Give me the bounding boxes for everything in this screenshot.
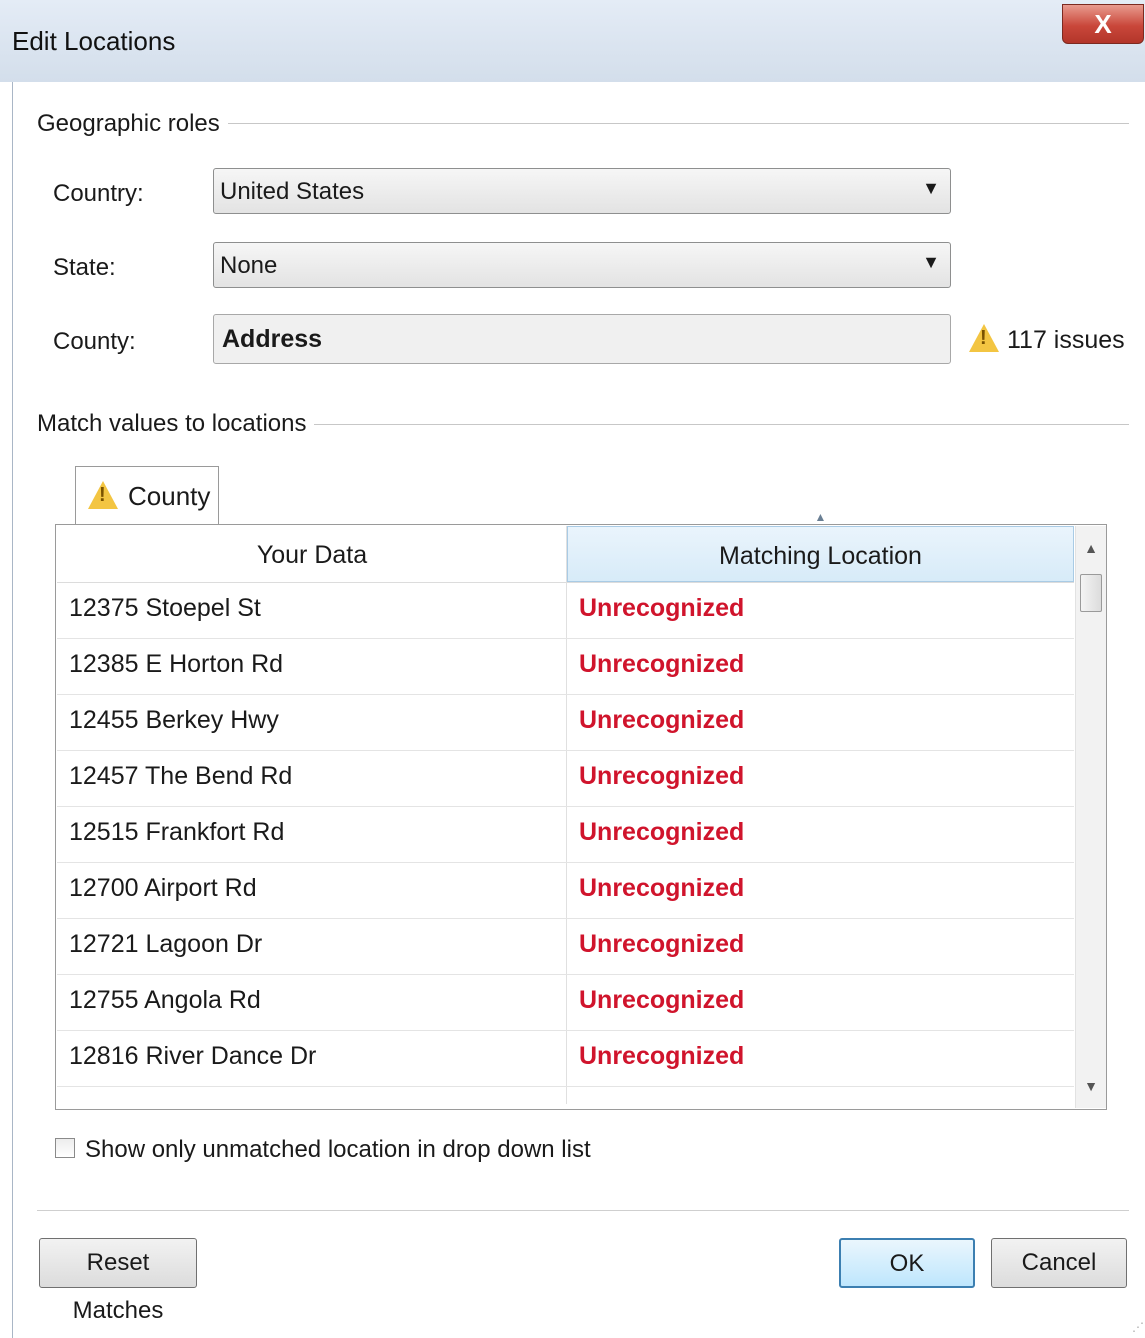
county-label: County: bbox=[53, 328, 136, 355]
chevron-down-icon: ▼ bbox=[922, 252, 940, 272]
close-button[interactable]: X bbox=[1062, 4, 1144, 44]
scroll-up-icon[interactable]: ▲ bbox=[1076, 540, 1106, 556]
country-dropdown[interactable]: United States ▼ bbox=[213, 168, 951, 214]
county-value: Address bbox=[222, 325, 323, 353]
group-divider bbox=[271, 424, 1129, 425]
your-data-cell: 12375 Stoepel St bbox=[69, 594, 261, 622]
your-data-cell: 12755 Angola Rd bbox=[69, 986, 261, 1014]
matching-location-cell[interactable]: Unrecognized bbox=[579, 650, 744, 679]
table-row[interactable]: 12375 Stoepel St Unrecognized bbox=[57, 582, 1074, 639]
sort-ascending-icon: ▲ bbox=[814, 510, 827, 524]
geographic-roles-label: Geographic roles bbox=[37, 110, 228, 138]
edit-locations-dialog: Edit Locations X Geographic roles Countr… bbox=[0, 0, 1145, 1338]
window-title: Edit Locations bbox=[12, 26, 176, 56]
footer-divider bbox=[37, 1210, 1129, 1211]
tab-county-label: County bbox=[128, 481, 211, 511]
your-data-cell: 12816 River Dance Dr bbox=[69, 1042, 317, 1070]
table-row[interactable]: 12700 Airport Rd Unrecognized bbox=[57, 862, 1074, 919]
dialog-body: Geographic roles Country: United States … bbox=[12, 82, 1145, 1338]
group-divider bbox=[189, 123, 1129, 124]
column-header-matching-location[interactable]: ▲ Matching Location bbox=[567, 510, 1074, 582]
matching-location-cell[interactable]: Unrecognized bbox=[579, 762, 744, 791]
warning-icon: ! bbox=[88, 481, 118, 509]
location-grid: Your Data ▲ Matching Location 12375 Stoe… bbox=[55, 510, 1107, 1110]
your-data-cell: 12515 Frankfort Rd bbox=[69, 818, 285, 846]
county-field: Address bbox=[213, 314, 951, 364]
state-dropdown[interactable]: None ▼ bbox=[213, 242, 951, 288]
column-header-matching-label: Matching Location bbox=[719, 542, 922, 570]
your-data-cell: 12455 Berkey Hwy bbox=[69, 706, 279, 734]
your-data-cell: 12700 Airport Rd bbox=[69, 874, 257, 902]
cancel-button[interactable]: Cancel bbox=[991, 1238, 1127, 1288]
matching-location-cell[interactable]: Unrecognized bbox=[579, 986, 744, 1015]
your-data-cell: 12457 The Bend Rd bbox=[69, 762, 293, 790]
table-row[interactable]: 12721 Lagoon Dr Unrecognized bbox=[57, 918, 1074, 975]
matching-location-cell[interactable]: Unrecognized bbox=[579, 930, 744, 959]
country-value: United States bbox=[220, 178, 365, 205]
vertical-scrollbar[interactable]: ▲ ▼ bbox=[1075, 526, 1106, 1108]
matching-location-cell[interactable]: Unrecognized bbox=[579, 706, 744, 735]
chevron-down-icon: ▼ bbox=[922, 178, 940, 198]
matching-location-cell[interactable]: Unrecognized bbox=[579, 874, 744, 903]
resize-grip-icon[interactable]: ⋰ bbox=[1132, 1320, 1144, 1334]
reset-matches-button[interactable]: Reset Matches bbox=[39, 1238, 197, 1324]
table-row[interactable]: 12755 Angola Rd Unrecognized bbox=[57, 974, 1074, 1031]
scroll-down-icon[interactable]: ▼ bbox=[1076, 1078, 1106, 1094]
country-label: Country: bbox=[53, 180, 144, 207]
tab-county[interactable]: ! County bbox=[75, 466, 219, 526]
table-row[interactable]: 12455 Berkey Hwy Unrecognized bbox=[57, 694, 1074, 751]
table-row[interactable]: 12816 River Dance Dr Unrecognized bbox=[57, 1030, 1074, 1087]
match-values-label: Match values to locations bbox=[37, 410, 315, 438]
table-row[interactable]: 12515 Frankfort Rd Unrecognized bbox=[57, 806, 1074, 863]
table-row[interactable]: 12457 The Bend Rd Unrecognized bbox=[57, 750, 1074, 807]
column-header-your-data[interactable]: Your Data bbox=[57, 526, 567, 582]
state-value: None bbox=[220, 252, 278, 279]
your-data-cell: 12721 Lagoon Dr bbox=[69, 930, 263, 958]
state-label: State: bbox=[53, 254, 116, 281]
matching-location-cell[interactable]: Unrecognized bbox=[579, 594, 744, 623]
show-unmatched-label[interactable]: Show only unmatched location in drop dow… bbox=[85, 1136, 591, 1164]
show-unmatched-checkbox[interactable] bbox=[55, 1138, 75, 1158]
issues-count[interactable]: 117 issues bbox=[1007, 326, 1125, 355]
matching-location-cell[interactable]: Unrecognized bbox=[579, 1042, 744, 1071]
matching-location-cell[interactable]: Unrecognized bbox=[579, 818, 744, 847]
title-bar: Edit Locations X bbox=[0, 0, 1145, 82]
your-data-cell: 12385 E Horton Rd bbox=[69, 650, 284, 678]
table-row[interactable]: 12385 E Horton Rd Unrecognized bbox=[57, 638, 1074, 695]
ok-button[interactable]: OK bbox=[839, 1238, 975, 1288]
warning-icon: ! bbox=[969, 324, 999, 352]
scrollbar-thumb[interactable] bbox=[1080, 574, 1102, 612]
